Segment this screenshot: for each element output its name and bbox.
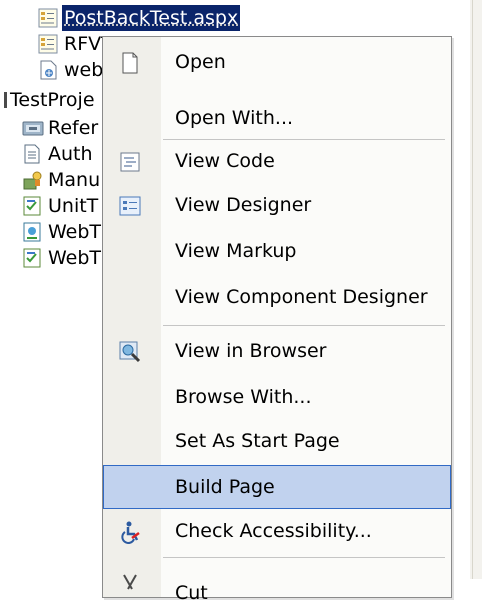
context-menu: Open Open With... View Code View Designe… bbox=[102, 36, 452, 604]
menu-item-view-code[interactable]: View Code bbox=[103, 139, 451, 183]
references-folder-icon bbox=[22, 118, 44, 138]
menu-item-label: View Component Designer bbox=[175, 286, 428, 308]
menu-item-label: Open With... bbox=[175, 107, 294, 129]
tree-item-label: WebT bbox=[48, 247, 102, 269]
menu-item-label: View in Browser bbox=[175, 340, 327, 362]
view-designer-icon bbox=[118, 194, 142, 218]
menu-item-label: View Designer bbox=[175, 194, 312, 216]
web-test-icon bbox=[22, 222, 42, 242]
aspx-file-icon bbox=[38, 34, 58, 54]
menu-item-browse-with[interactable]: Browse With... bbox=[103, 375, 451, 419]
config-file-icon bbox=[38, 60, 58, 80]
tree-item-label: TestProje bbox=[10, 89, 95, 111]
tree-item-label: PostBackTest.aspx bbox=[62, 5, 241, 31]
view-code-icon bbox=[118, 150, 142, 174]
tree-item-label: WebT bbox=[48, 221, 102, 243]
menu-item-set-as-start-page[interactable]: Set As Start Page bbox=[103, 419, 451, 463]
menu-item-build-page[interactable]: Build Page bbox=[103, 465, 451, 509]
tree-item-label: Manu bbox=[48, 169, 101, 191]
menu-item-view-markup[interactable]: View Markup bbox=[103, 229, 451, 273]
menu-item-label: Set As Start Page bbox=[175, 430, 340, 452]
menu-item-check-accessibility[interactable]: Check Accessibility... bbox=[103, 509, 451, 553]
scissors-icon bbox=[118, 573, 142, 597]
menu-item-label: Cut bbox=[175, 582, 208, 604]
menu-item-label: Open bbox=[175, 51, 226, 73]
open-file-icon bbox=[118, 51, 142, 75]
manual-test-icon bbox=[22, 170, 42, 190]
menu-item-label: Browse With... bbox=[175, 386, 312, 408]
menu-item-label: Build Page bbox=[175, 476, 275, 498]
document-icon bbox=[22, 144, 42, 164]
menu-item-label: View Code bbox=[175, 150, 275, 172]
menu-item-open[interactable]: Open bbox=[103, 40, 451, 84]
tree-item-label: Refer bbox=[48, 117, 99, 139]
tree-item-label: UnitT bbox=[48, 195, 99, 217]
menu-item-view-component-designer[interactable]: View Component Designer bbox=[103, 275, 451, 319]
unit-test-icon bbox=[22, 196, 42, 216]
accessibility-icon bbox=[118, 520, 142, 544]
tree-item-label: Auth bbox=[48, 143, 93, 165]
view-in-browser-icon bbox=[118, 340, 142, 364]
menu-separator bbox=[163, 325, 445, 326]
aspx-file-icon bbox=[38, 8, 58, 28]
menu-item-view-designer[interactable]: View Designer bbox=[103, 183, 451, 227]
unit-test-icon bbox=[22, 248, 42, 268]
menu-item-cut[interactable]: Cut bbox=[103, 561, 451, 605]
menu-separator bbox=[163, 557, 445, 558]
menu-item-label: Check Accessibility... bbox=[175, 520, 372, 542]
project-icon bbox=[4, 90, 8, 110]
menu-item-view-in-browser[interactable]: View in Browser bbox=[103, 329, 451, 373]
panel-edge bbox=[470, 0, 482, 579]
menu-item-label: View Markup bbox=[175, 240, 297, 262]
menu-item-open-with[interactable]: Open With... bbox=[103, 96, 451, 140]
